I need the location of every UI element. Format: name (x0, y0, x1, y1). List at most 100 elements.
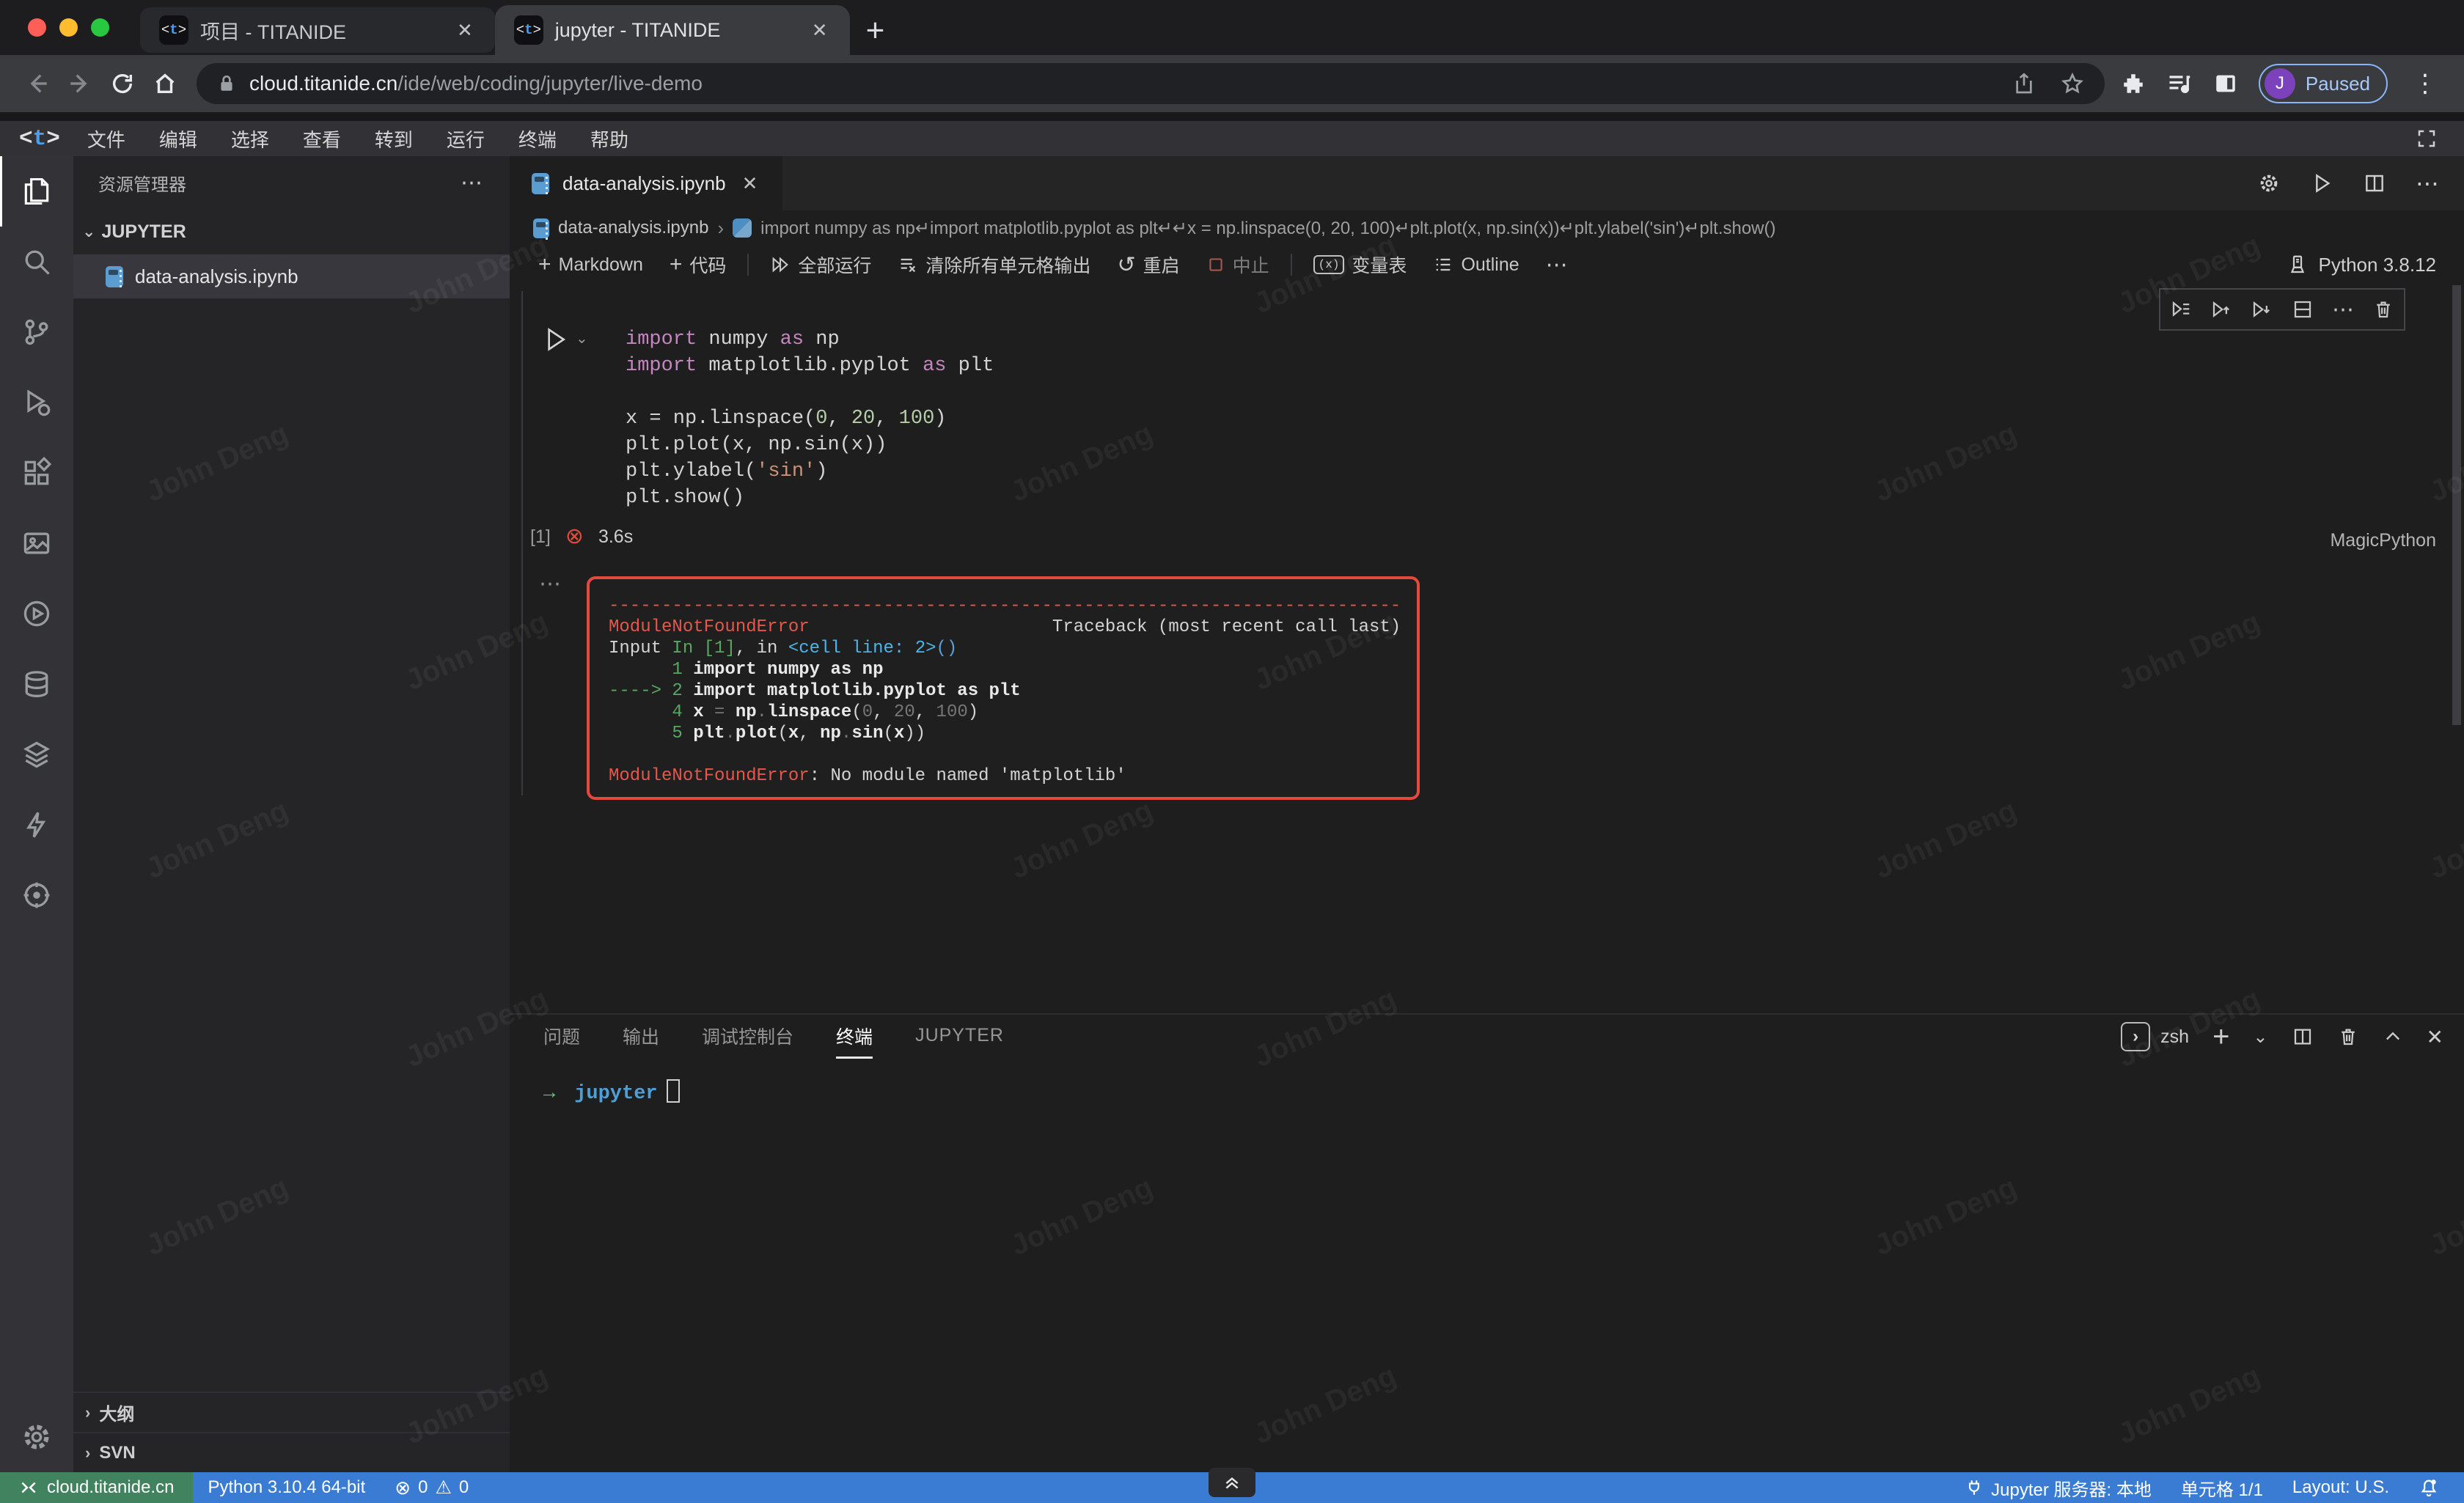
problems-status[interactable]: ⊗0 ⚠0 (380, 1477, 483, 1499)
execute-below-icon[interactable] (2251, 298, 2273, 320)
extensions-puzzle-icon[interactable] (2121, 71, 2146, 96)
run-all-button[interactable]: 全部运行 (759, 251, 882, 278)
lightning-icon[interactable] (0, 790, 73, 860)
interrupt-button[interactable]: 中止 (1195, 251, 1280, 278)
toolbar-more-icon[interactable]: ⋯ (1535, 252, 1579, 278)
remote-indicator[interactable]: cloud.titanide.cn (0, 1472, 193, 1503)
cell-code-editor[interactable]: import numpy as npimport matplotlib.pypl… (626, 326, 994, 511)
editor-more-icon[interactable]: ⋯ (2416, 169, 2439, 197)
browser-tab-jupyter[interactable]: <t> jupyter - TITANIDE ✕ (495, 5, 850, 55)
close-window-button[interactable] (28, 18, 46, 37)
add-code-button[interactable]: +代码 (659, 251, 738, 278)
notifications-bell-icon[interactable] (2404, 1477, 2454, 1498)
new-tab-button[interactable]: + (850, 12, 892, 55)
search-icon[interactable] (0, 227, 73, 297)
menu-terminal[interactable]: 终端 (502, 125, 573, 152)
python-interpreter-status[interactable]: Python 3.10.4 64-bit (193, 1477, 380, 1498)
zoom-window-button[interactable] (91, 18, 109, 37)
add-markdown-button[interactable]: +Markdown (527, 252, 654, 277)
bookmark-star-icon[interactable] (2061, 72, 2084, 95)
menu-view[interactable]: 查看 (286, 125, 358, 152)
fullscreen-icon[interactable] (2416, 128, 2449, 150)
execution-error-icon: ⊗ (565, 526, 584, 548)
sidebar-section-svn[interactable]: › SVN (73, 1432, 510, 1472)
media-playlist-icon[interactable] (2166, 70, 2193, 97)
target-icon[interactable] (0, 860, 73, 930)
reload-button[interactable] (101, 62, 144, 105)
menu-edit[interactable]: 编辑 (142, 125, 214, 152)
address-bar[interactable]: cloud.titanide.cn/ide/web/coding/jupyter… (197, 63, 2105, 104)
home-button[interactable] (144, 62, 186, 105)
outline-button[interactable]: Outline (1422, 254, 1530, 276)
restore-panel-button[interactable] (1209, 1468, 1255, 1497)
restart-button[interactable]: ↺重启 (1106, 251, 1190, 278)
delete-cell-icon[interactable] (2372, 298, 2394, 320)
editor-tab-notebook[interactable]: data-analysis.ipynb ✕ (510, 156, 782, 210)
menu-run[interactable]: 运行 (430, 125, 502, 152)
menu-selection[interactable]: 选择 (214, 125, 286, 152)
menu-goto[interactable]: 转到 (358, 125, 430, 152)
execute-above-icon[interactable] (2210, 298, 2232, 320)
run-editor-icon[interactable] (2310, 172, 2333, 195)
chevron-right-icon: › (85, 1403, 90, 1422)
breadcrumb-file[interactable]: data-analysis.ipynb (558, 218, 708, 238)
terminal-dropdown-chevron-icon[interactable]: ⌄ (2253, 1026, 2267, 1048)
file-item-notebook[interactable]: data-analysis.ipynb (73, 254, 510, 298)
forward-button[interactable] (59, 62, 101, 105)
variables-button[interactable]: (x)变量表 (1302, 251, 1418, 278)
explorer-icon[interactable] (0, 156, 73, 227)
kill-terminal-icon[interactable] (2337, 1026, 2359, 1048)
page-gap (0, 112, 2464, 121)
minimize-window-button[interactable] (59, 18, 78, 37)
split-editor-icon[interactable] (2363, 172, 2386, 195)
cell-language-label[interactable]: MagicPython (2330, 530, 2436, 551)
share-icon[interactable] (2012, 72, 2036, 95)
browser-tab-project[interactable]: <t> 项目 - TITANIDE ✕ (140, 7, 495, 53)
editor-gear-icon[interactable] (2257, 172, 2281, 195)
extensions-icon[interactable] (0, 438, 73, 508)
split-cell-icon[interactable] (2292, 298, 2314, 320)
breadcrumb-cell-code[interactable]: import numpy as np↵import matplotlib.pyp… (760, 218, 1775, 239)
kernel-picker[interactable]: Python 3.8.12 (2287, 254, 2464, 276)
run-options-chevron-icon[interactable]: ⌄ (576, 329, 588, 348)
panel-tab-problems[interactable]: 问题 (543, 1015, 580, 1059)
panel-tab-terminal[interactable]: 终端 (836, 1015, 873, 1059)
split-terminal-icon[interactable] (2292, 1026, 2314, 1048)
close-tab-icon[interactable]: ✕ (809, 19, 831, 42)
execute-cell-and-below-icon[interactable] (2170, 298, 2192, 320)
run-cell-button[interactable]: ⌄ (540, 325, 588, 354)
clear-outputs-button[interactable]: 清除所有单元格输出 (887, 251, 1101, 278)
cell-position-status[interactable]: 单元格 1/1 (2166, 1475, 2278, 1501)
panel-tab-output[interactable]: 输出 (623, 1015, 659, 1059)
explorer-more-icon[interactable]: ⋯ (461, 170, 485, 196)
run-circle-icon[interactable] (0, 578, 73, 649)
sidebar-section-jupyter[interactable]: ⌄ JUPYTER (73, 209, 510, 254)
output-collapse-icon[interactable]: ⋯ (539, 571, 562, 597)
new-terminal-icon[interactable]: + (2212, 1021, 2229, 1054)
keyboard-layout-status[interactable]: Layout: U.S. (2278, 1477, 2404, 1498)
media-preview-icon[interactable] (0, 508, 73, 578)
jupyter-server-status[interactable]: Jupyter 服务器: 本地 (1950, 1475, 2166, 1501)
side-panel-icon[interactable] (2213, 71, 2238, 96)
close-editor-icon[interactable]: ✕ (739, 172, 761, 195)
maximize-panel-chevron-icon[interactable] (2383, 1026, 2403, 1047)
sidebar-section-outline[interactable]: › 大纲 (73, 1392, 510, 1432)
layers-icon[interactable] (0, 719, 73, 790)
editor-scrollbar[interactable] (2452, 285, 2461, 725)
settings-gear-icon[interactable] (0, 1402, 73, 1472)
close-tab-icon[interactable]: ✕ (454, 19, 476, 42)
database-icon[interactable] (0, 649, 73, 719)
close-panel-icon[interactable]: ✕ (2427, 1025, 2443, 1049)
terminal-content[interactable]: →jupyter (510, 1059, 2464, 1472)
menu-file[interactable]: 文件 (70, 125, 142, 152)
source-control-icon[interactable] (0, 297, 73, 367)
cell-more-icon[interactable]: ⋯ (2332, 297, 2354, 323)
terminal-shell-selector[interactable]: › zsh (2121, 1022, 2189, 1051)
browser-menu-kebab-icon[interactable]: ⋮ (2408, 69, 2442, 98)
menu-help[interactable]: 帮助 (573, 125, 645, 152)
panel-tab-jupyter[interactable]: JUPYTER (915, 1015, 1004, 1059)
panel-tab-debug-console[interactable]: 调试控制台 (702, 1015, 793, 1059)
run-debug-icon[interactable] (0, 367, 73, 438)
back-button[interactable] (16, 62, 59, 105)
browser-profile-button[interactable]: J Paused (2259, 64, 2388, 103)
